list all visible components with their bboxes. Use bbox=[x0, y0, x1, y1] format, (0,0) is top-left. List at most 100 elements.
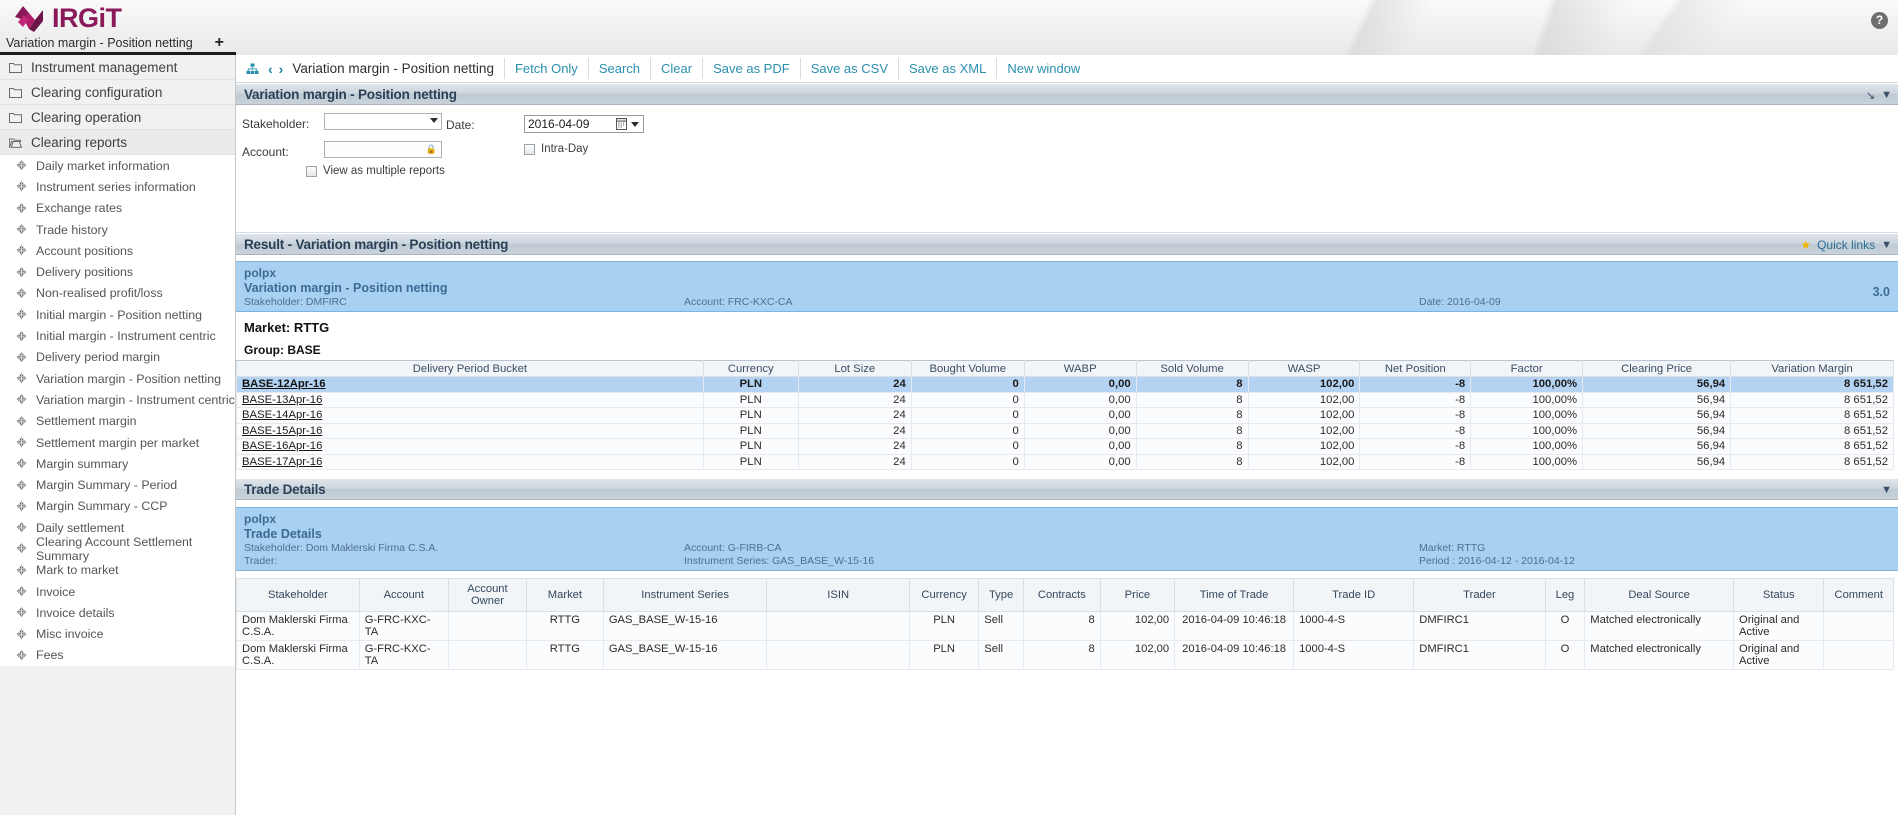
column-header[interactable]: WASP bbox=[1247, 360, 1361, 377]
sidebar-item-delivery-period-margin[interactable]: Delivery period margin bbox=[0, 346, 235, 368]
column-header[interactable]: Sold Volume bbox=[1135, 360, 1249, 377]
sidebar-group-clearing-operation[interactable]: Clearing operation bbox=[0, 105, 235, 130]
sidebar-item-margin-summary-ccp[interactable]: Margin Summary - CCP bbox=[0, 495, 235, 518]
column-header[interactable]: Factor bbox=[1470, 360, 1584, 377]
sidebar-item-settlement-margin[interactable]: Settlement margin bbox=[0, 410, 235, 432]
quick-links-button[interactable]: Quick links bbox=[1817, 238, 1875, 252]
sidebar-item-delivery-positions[interactable]: Delivery positions bbox=[0, 261, 235, 283]
intra-day-checkbox[interactable] bbox=[524, 143, 535, 155]
sidebar-item-variation-margin-instrument-centric[interactable]: Variation margin - Instrument centric bbox=[0, 389, 235, 411]
sidebar-item-exchange-rates[interactable]: Exchange rates bbox=[0, 197, 235, 219]
table-row[interactable]: BASE-14Apr-16 PLN 24 0 0,00 8 102,00 -8 100,00% 5… bbox=[236, 407, 1894, 424]
table-row[interactable]: BASE-17Apr-16 PLN 24 0 0,00 8 102,00 -8 100,00% 5… bbox=[236, 453, 1894, 470]
calendar-icon[interactable] bbox=[616, 118, 627, 133]
collapse-icon[interactable]: ▼ bbox=[1881, 239, 1892, 251]
trade-table-row[interactable]: Dom Maklerski Firma C.S.A. G-FRC-KXC-TA RT… bbox=[236, 640, 1894, 670]
trade-column-header[interactable]: Deal Source bbox=[1584, 578, 1734, 612]
sidebar-item-initial-margin-position-netting[interactable]: Initial margin - Position netting bbox=[0, 304, 235, 326]
toolbar-link-new-window[interactable]: New window bbox=[996, 58, 1090, 79]
help-icon[interactable]: ? bbox=[1871, 12, 1888, 29]
column-header[interactable]: Delivery Period Bucket bbox=[236, 360, 704, 377]
trade-column-header[interactable]: Type bbox=[978, 578, 1024, 612]
sidebar-item-invoice[interactable]: Invoice bbox=[0, 580, 235, 603]
toolbar-link-save-as-pdf[interactable]: Save as PDF bbox=[702, 58, 800, 79]
sidebar-group-clearing-configuration[interactable]: Clearing configuration bbox=[0, 80, 235, 105]
trade-column-header[interactable]: Account Owner bbox=[447, 578, 527, 612]
tab-variation-margin-position-netting[interactable]: Variation margin - Position netting bbox=[0, 35, 203, 55]
toolbar-link-save-as-csv[interactable]: Save as CSV bbox=[799, 58, 898, 79]
table-row[interactable]: BASE-12Apr-16 PLN 24 0 0,00 8 102,00 -8 100,00% 5… bbox=[236, 376, 1894, 393]
trade-column-header[interactable]: Comment bbox=[1823, 578, 1894, 612]
bucket-link[interactable]: BASE-17Apr-16 bbox=[242, 456, 322, 468]
account-input[interactable]: 🔒 bbox=[324, 141, 442, 158]
trade-column-header[interactable]: Trade ID bbox=[1293, 578, 1415, 612]
date-input[interactable]: 2016-04-09 bbox=[524, 115, 644, 133]
collapse-icon[interactable]: ▼ bbox=[1881, 89, 1892, 101]
trade-column-header[interactable]: Price bbox=[1099, 578, 1176, 612]
sidebar-group-instrument-management[interactable]: Instrument management bbox=[0, 55, 235, 80]
chevron-left-icon[interactable]: ‹ bbox=[265, 61, 276, 77]
sidebar-item-fees[interactable]: Fees bbox=[0, 644, 235, 667]
sidebar-item-margin-summary[interactable]: Margin summary bbox=[0, 453, 235, 475]
sidebar-item-trade-history[interactable]: Trade history bbox=[0, 218, 235, 241]
view-multiple-reports-checkbox[interactable] bbox=[306, 165, 317, 177]
table-row[interactable]: BASE-15Apr-16 PLN 24 0 0,00 8 102,00 -8 100,00% 5… bbox=[236, 422, 1894, 439]
cell-delivery-period-bucket[interactable]: BASE-16Apr-16 bbox=[236, 438, 704, 455]
cell-delivery-period-bucket[interactable]: BASE-17Apr-16 bbox=[236, 453, 704, 470]
new-tab-button[interactable]: + bbox=[202, 35, 237, 55]
table-row[interactable]: BASE-13Apr-16 PLN 24 0 0,00 8 102,00 -8 100,00% 5… bbox=[236, 391, 1894, 408]
sidebar-item-account-positions[interactable]: Account positions bbox=[0, 240, 235, 262]
column-header[interactable]: Currency bbox=[702, 360, 799, 377]
toolbar-link-fetch-only[interactable]: Fetch Only bbox=[503, 58, 588, 79]
toolbar-link-save-as-xml[interactable]: Save as XML bbox=[898, 58, 996, 79]
bucket-link[interactable]: BASE-15Apr-16 bbox=[242, 425, 322, 437]
pin-icon[interactable]: ↘ bbox=[1866, 89, 1875, 102]
trade-table-row[interactable]: Dom Maklerski Firma C.S.A. G-FRC-KXC-TA RT… bbox=[236, 611, 1894, 641]
trade-column-header[interactable]: Leg bbox=[1544, 578, 1586, 612]
stakeholder-select[interactable] bbox=[324, 113, 442, 130]
column-header[interactable]: Clearing Price bbox=[1582, 360, 1732, 377]
column-header[interactable]: Lot Size bbox=[797, 360, 912, 377]
sidebar-item-invoice-details[interactable]: Invoice details bbox=[0, 602, 235, 624]
sidebar-item-instrument-series-information[interactable]: Instrument series information bbox=[0, 176, 235, 198]
trade-column-header[interactable]: ISIN bbox=[766, 578, 910, 612]
sidebar-item-margin-summary-period[interactable]: Margin Summary - Period bbox=[0, 474, 235, 496]
trade-column-header[interactable]: Status bbox=[1732, 578, 1825, 612]
sidebar-item-variation-margin-position-netting[interactable]: Variation margin - Position netting bbox=[0, 367, 235, 390]
trade-column-header[interactable]: Stakeholder bbox=[236, 578, 360, 612]
toolbar-link-clear[interactable]: Clear bbox=[650, 58, 702, 79]
column-header[interactable]: Variation Margin bbox=[1730, 360, 1894, 377]
trade-column-header[interactable]: Trader bbox=[1413, 578, 1546, 612]
cell-delivery-period-bucket[interactable]: BASE-13Apr-16 bbox=[236, 391, 704, 408]
column-header[interactable]: WABP bbox=[1023, 360, 1137, 377]
trade-column-header[interactable]: Instrument Series bbox=[602, 578, 768, 612]
sidebar-item-misc-invoice[interactable]: Misc invoice bbox=[0, 623, 235, 645]
cell-delivery-period-bucket[interactable]: BASE-12Apr-16 bbox=[236, 376, 704, 393]
cell-delivery-period-bucket[interactable]: BASE-15Apr-16 bbox=[236, 422, 704, 439]
sidebar-item-settlement-margin-per-market[interactable]: Settlement margin per market bbox=[0, 431, 235, 454]
sidebar-item-clearing-account-settlement-summary[interactable]: Clearing Account Settlement Summary bbox=[0, 535, 235, 563]
table-row[interactable]: BASE-16Apr-16 PLN 24 0 0,00 8 102,00 -8 100,00% 5… bbox=[236, 438, 1894, 455]
bucket-link[interactable]: BASE-13Apr-16 bbox=[242, 394, 322, 406]
bucket-link[interactable]: BASE-16Apr-16 bbox=[242, 440, 322, 452]
trade-column-header[interactable]: Market bbox=[525, 578, 604, 612]
sidebar-item-daily-market-information[interactable]: Daily market information bbox=[0, 155, 235, 177]
chevron-right-icon[interactable]: › bbox=[276, 61, 287, 77]
chevron-down-icon[interactable] bbox=[631, 122, 639, 127]
sidebar-item-initial-margin-instrument-centric[interactable]: Initial margin - Instrument centric bbox=[0, 325, 235, 347]
cell-delivery-period-bucket[interactable]: BASE-14Apr-16 bbox=[236, 407, 704, 424]
trade-column-header[interactable]: Time of Trade bbox=[1174, 578, 1295, 612]
trade-report-account: Account: G-FIRB-CA bbox=[684, 542, 782, 554]
bucket-link[interactable]: BASE-14Apr-16 bbox=[242, 409, 322, 421]
sidebar-group-clearing-reports[interactable]: Clearing reports bbox=[0, 130, 235, 155]
collapse-icon[interactable]: ▼ bbox=[1881, 484, 1892, 496]
trade-column-header[interactable]: Contracts bbox=[1022, 578, 1101, 612]
bucket-link[interactable]: BASE-12Apr-16 bbox=[242, 378, 326, 390]
toolbar-link-search[interactable]: Search bbox=[587, 58, 650, 79]
trade-column-header[interactable]: Currency bbox=[908, 578, 980, 612]
column-header[interactable]: Net Position bbox=[1359, 360, 1472, 377]
trade-column-header[interactable]: Account bbox=[358, 578, 449, 612]
sitemap-icon[interactable] bbox=[246, 63, 259, 75]
column-header[interactable]: Bought Volume bbox=[910, 360, 1025, 377]
sidebar-item-non-realised-profit-loss[interactable]: Non-realised profit/loss bbox=[0, 282, 235, 305]
